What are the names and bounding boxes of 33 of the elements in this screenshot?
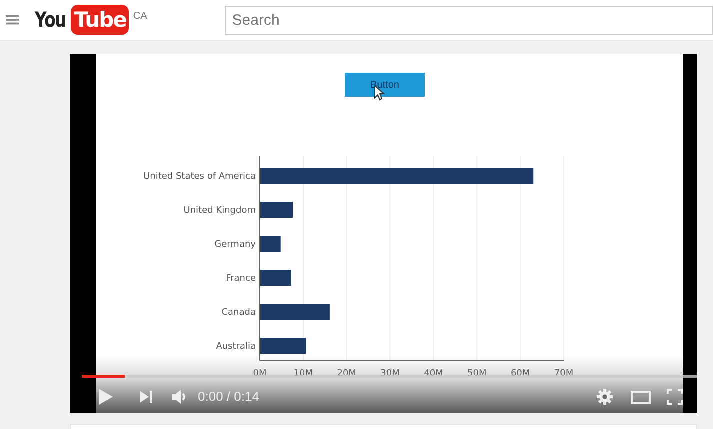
axis-tick-label: 20M	[337, 369, 356, 379]
time-display: 0:00 / 0:14	[198, 388, 260, 406]
bar	[260, 236, 281, 252]
bar	[260, 338, 306, 354]
theater-icon[interactable]	[631, 390, 651, 404]
bar	[260, 270, 292, 286]
menu-icon[interactable]	[6, 15, 20, 25]
axis-tick-label: 40M	[424, 369, 444, 379]
axis-tick-label: 70M	[554, 369, 574, 379]
volume-icon[interactable]	[172, 390, 187, 404]
country-code: CA	[133, 10, 148, 24]
fullscreen-icon[interactable]	[667, 389, 683, 405]
axis-tick-label: 0M	[253, 369, 267, 379]
frame-button: Button	[345, 73, 425, 97]
logo-badge[interactable]: Tube	[71, 5, 130, 35]
axis-tick-label: 30M	[380, 369, 400, 379]
search-field[interactable]: Search	[225, 6, 713, 34]
video-player[interactable]: 0M 10M 20M 30M 40M 50M 60M 70M United States of America United Kingdom Germany France Canada Australia Button 0:00 / 0:14	[70, 54, 697, 413]
category-label: France	[226, 274, 256, 284]
category-label: United Kingdom	[184, 206, 256, 216]
axis-tick-label: 50M	[468, 369, 487, 379]
settings-icon[interactable]	[597, 389, 613, 405]
logo-text[interactable]: You	[35, 8, 64, 32]
play-icon[interactable]	[99, 389, 113, 405]
bar	[260, 304, 330, 320]
axis-tick-label: 60M	[510, 369, 530, 379]
category-label: Australia	[216, 342, 256, 352]
category-label: Canada	[222, 308, 256, 318]
category-label: United States of America	[144, 172, 256, 182]
next-icon[interactable]	[140, 391, 152, 403]
axis-tick-label: 10M	[294, 369, 314, 379]
category-label: Germany	[214, 240, 256, 250]
bar	[260, 202, 293, 218]
